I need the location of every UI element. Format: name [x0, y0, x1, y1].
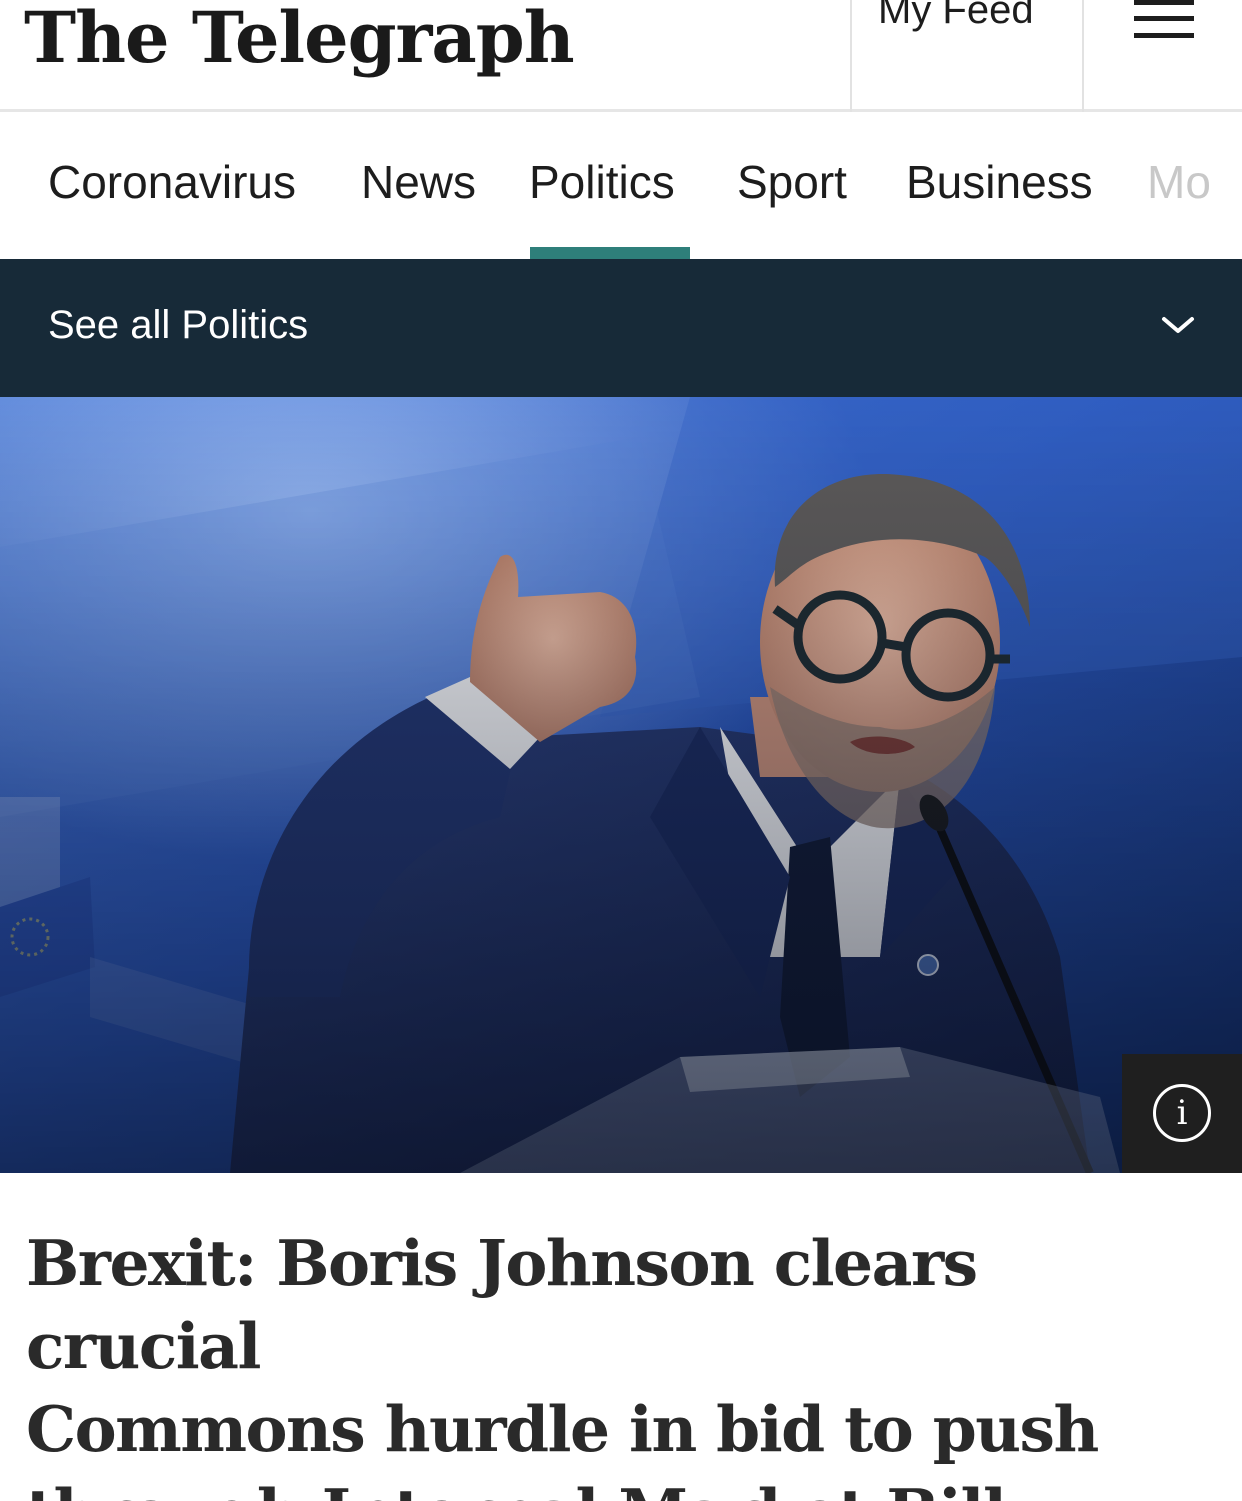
- press-conference-photo: [0, 397, 1242, 1173]
- article-headline: Brexit: Boris Johnson clears crucial Com…: [26, 1222, 1216, 1501]
- headline-line: Brexit: Boris Johnson clears crucial: [26, 1226, 978, 1383]
- section-nav: Coronavirus News Politics Sport Business…: [0, 115, 1242, 259]
- nav-item-coronavirus[interactable]: Coronavirus: [48, 155, 296, 209]
- info-icon: i: [1153, 1084, 1211, 1142]
- my-feed-label: My Feed: [878, 0, 1034, 32]
- menu-button[interactable]: [1086, 0, 1242, 112]
- nav-item-news[interactable]: News: [361, 155, 476, 209]
- see-all-politics-bar[interactable]: See all Politics: [0, 259, 1242, 397]
- telegraph-logo[interactable]: The Telegraph: [24, 0, 575, 79]
- nav-item-politics[interactable]: Politics: [529, 155, 675, 209]
- article-hero-image: i: [0, 397, 1242, 1173]
- site-header: The Telegraph My Feed: [0, 0, 1242, 112]
- nav-item-sport[interactable]: Sport: [737, 155, 847, 209]
- nav-item-business[interactable]: Business: [906, 155, 1093, 209]
- see-all-politics-label: See all Politics: [48, 303, 309, 347]
- image-info-button[interactable]: i: [1122, 1054, 1242, 1173]
- headline-line: through Internal Market Bill: [26, 1471, 1216, 1501]
- chevron-down-icon: [1162, 317, 1194, 333]
- headline-line: Commons hurdle in bid to push: [26, 1392, 1099, 1466]
- nav-item-more[interactable]: Mo: [1147, 155, 1211, 209]
- my-feed-button[interactable]: My Feed: [850, 0, 1084, 112]
- active-tab-indicator: [530, 247, 690, 259]
